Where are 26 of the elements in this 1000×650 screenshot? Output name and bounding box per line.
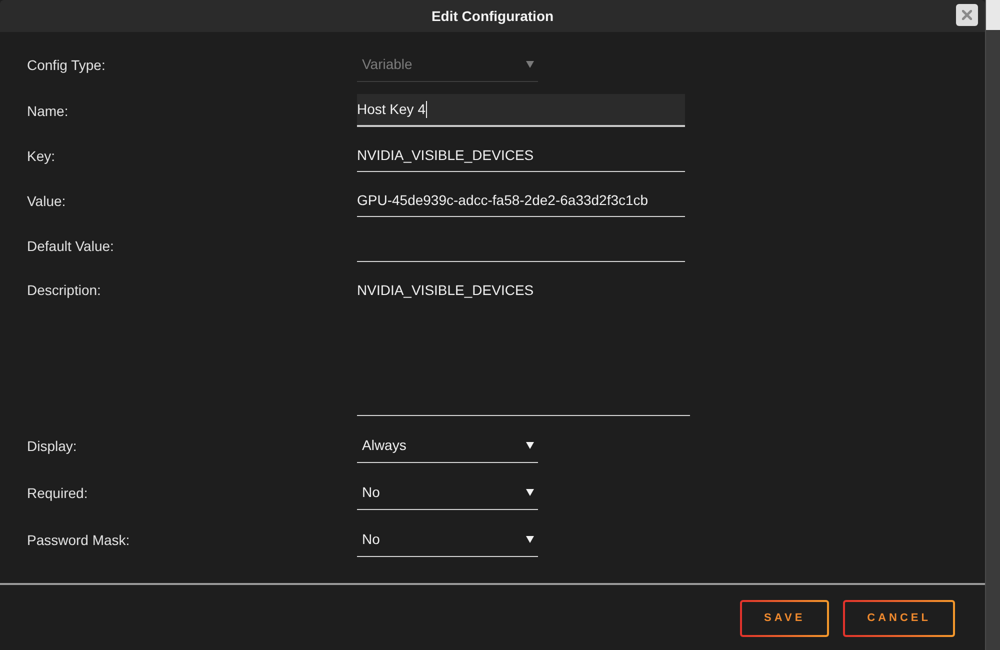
- field-label: Description:: [27, 281, 101, 299]
- field-label: Default Value:: [27, 236, 114, 254]
- caret-down-icon: [526, 488, 534, 496]
- field-label: Value:: [27, 192, 66, 210]
- field-label: Required:: [27, 484, 88, 502]
- textarea-field[interactable]: NVIDIA_VISIBLE_DEVICES: [357, 274, 690, 416]
- dropdown[interactable]: No: [357, 475, 538, 510]
- field-label: Name:: [27, 102, 68, 120]
- close-icon: [962, 10, 972, 20]
- dialog-title: Edit Configuration: [431, 6, 554, 26]
- caret-down-icon: [526, 60, 534, 68]
- field-label: Config Type:: [27, 56, 106, 74]
- field-label: Display:: [27, 436, 77, 454]
- caret-down-icon: [526, 536, 534, 542]
- text-cursor-icon: [426, 101, 428, 118]
- footer-button[interactable]: SAVE: [740, 600, 830, 637]
- text-field[interactable]: GPU-45de939c-adcc-fa58-2de2-6a33d2f3c1cb: [357, 184, 685, 217]
- footer-button[interactable]: CANCEL: [843, 600, 955, 637]
- text-field[interactable]: NVIDIA_VISIBLE_DEVICES: [357, 139, 685, 172]
- caret-down-icon: [526, 442, 534, 448]
- field-label: Password Mask:: [27, 530, 130, 548]
- dropdown[interactable]: No: [357, 522, 538, 557]
- text-field[interactable]: Host Key 4: [357, 94, 685, 127]
- field-label: Key:: [27, 146, 56, 164]
- close-button[interactable]: [956, 4, 978, 26]
- dropdown[interactable]: Always: [357, 428, 538, 463]
